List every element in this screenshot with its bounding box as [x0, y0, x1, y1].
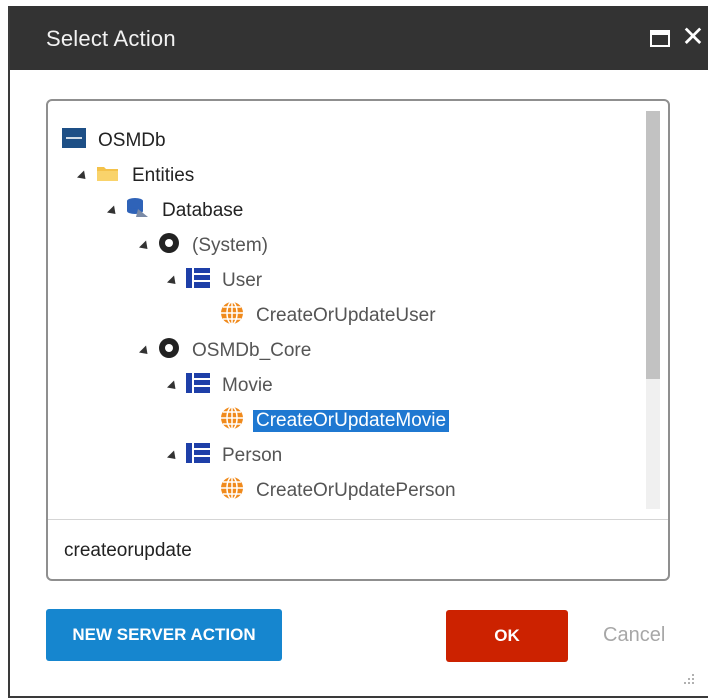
title-bar: Select Action ✕: [10, 6, 708, 70]
scrollbar-thumb[interactable]: [646, 111, 660, 379]
tree-node-entities[interactable]: Entities: [76, 162, 197, 190]
action-tree-panel: OSMDb Entities Database (System) User Cr…: [46, 99, 670, 581]
search-row: [48, 519, 668, 579]
action-globe-icon: [220, 406, 244, 436]
cancel-button[interactable]: Cancel: [603, 624, 665, 647]
tree-node-label: Database: [162, 200, 244, 221]
search-input[interactable]: [62, 530, 656, 572]
tree-node-create-or-update-person[interactable]: CreateOrUpdatePerson: [220, 476, 459, 506]
tree-node-person[interactable]: Person: [166, 442, 285, 470]
dialog-title: Select Action: [46, 26, 176, 51]
entity-table-icon: [186, 443, 210, 469]
tree-node-label: CreateOrUpdateUser: [256, 305, 436, 326]
tree-node-label: User: [222, 270, 263, 291]
folder-icon: [96, 163, 120, 189]
tree-node-label: Entities: [132, 165, 195, 186]
resize-grip-icon[interactable]: [683, 672, 695, 684]
tree-node-label: Movie: [222, 375, 273, 396]
tree-node-label: OSMDb_Core: [192, 340, 312, 361]
expand-triangle-icon[interactable]: [166, 379, 180, 393]
entity-table-icon: [186, 268, 210, 294]
database-icon: [126, 197, 150, 225]
tree-node-create-or-update-user[interactable]: CreateOrUpdateUser: [220, 301, 439, 331]
action-globe-icon: [220, 476, 244, 506]
tree-node-label: Person: [222, 445, 283, 466]
maximize-icon[interactable]: [650, 30, 670, 47]
clipped-tree-row: [188, 504, 368, 510]
expand-triangle-icon[interactable]: [166, 449, 180, 463]
tree-node-system[interactable]: (System): [138, 232, 271, 260]
tree-node-label: OSMDb: [98, 130, 166, 151]
expand-triangle-icon[interactable]: [76, 169, 90, 183]
tree-node-user[interactable]: User: [166, 267, 265, 295]
expand-triangle-icon[interactable]: [138, 344, 152, 358]
module-icon: [62, 128, 86, 154]
action-tree: OSMDb Entities Database (System) User Cr…: [48, 101, 644, 513]
tree-node-osmdb-core[interactable]: OSMDb_Core: [138, 337, 314, 365]
tree-node-create-or-update-movie[interactable]: CreateOrUpdateMovie: [220, 406, 450, 436]
expand-triangle-icon[interactable]: [106, 204, 120, 218]
expand-triangle-icon[interactable]: [138, 239, 152, 253]
tree-node-label: (System): [192, 235, 268, 256]
tree-node-label: CreateOrUpdatePerson: [256, 480, 456, 501]
tree-scrollbar[interactable]: [646, 111, 660, 509]
entity-module-icon: [158, 232, 180, 260]
tree-node-label-selected: CreateOrUpdateMovie: [253, 410, 450, 432]
ok-button[interactable]: OK: [446, 610, 568, 662]
tree-node-database[interactable]: Database: [106, 197, 246, 225]
entity-table-icon: [186, 373, 210, 399]
entity-module-icon: [158, 337, 180, 365]
expand-triangle-icon[interactable]: [166, 274, 180, 288]
tree-node-osmdb[interactable]: OSMDb: [62, 127, 169, 155]
action-globe-icon: [220, 301, 244, 331]
new-server-action-button[interactable]: NEW SERVER ACTION: [46, 609, 282, 661]
tree-node-movie[interactable]: Movie: [166, 372, 276, 400]
close-icon[interactable]: ✕: [680, 22, 706, 52]
